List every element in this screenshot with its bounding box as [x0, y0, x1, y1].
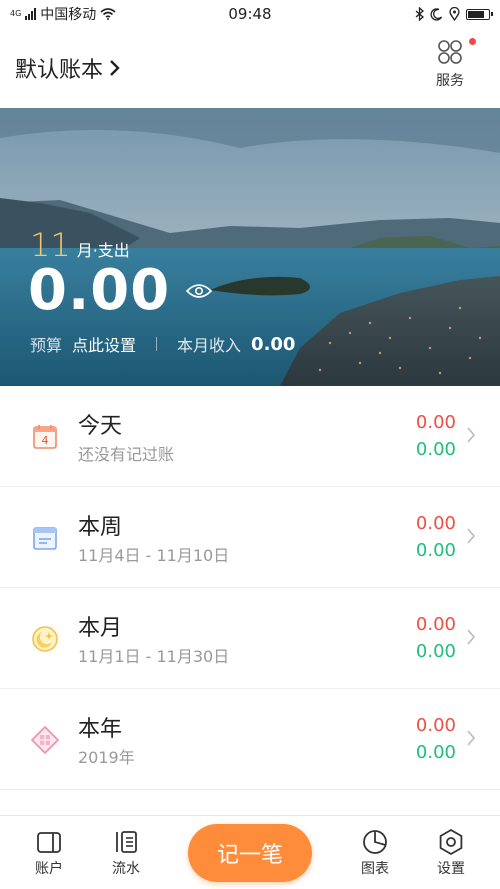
divider: [156, 337, 158, 351]
monthly-expense-amount: 0.00: [28, 258, 171, 323]
period-subtitle: 2019年: [78, 748, 135, 767]
service-button[interactable]: 服务: [418, 38, 482, 98]
signal-icon: [25, 8, 37, 20]
period-title: 本月: [78, 616, 123, 641]
period-income: 0.00: [415, 641, 456, 662]
monthly-summary-banner: 11 月·支出 0.00 预算 点此设置 本月收入 0.00: [0, 108, 500, 386]
period-expense: 0.00: [415, 614, 456, 635]
book-selector[interactable]: 默认账本: [15, 52, 121, 84]
budget-row: 预算 点此设置 本月收入 0.00: [30, 332, 295, 356]
status-right: [370, 7, 493, 21]
period-income: 0.00: [415, 742, 456, 763]
status-bar: 4G 中国移动 09:48: [0, 0, 500, 28]
period-income: 0.00: [415, 540, 456, 561]
record-button[interactable]: 记一笔: [188, 824, 312, 882]
calendar-day-icon: 4: [33, 425, 57, 449]
battery-icon: [466, 8, 493, 20]
chevron-right-icon: [110, 60, 120, 76]
set-budget-link[interactable]: 点此设置: [72, 332, 136, 356]
period-subtitle: 还没有记过账: [78, 445, 175, 464]
period-subtitle: 11月1日 - 11月30日: [78, 647, 230, 666]
nav-accounts-label: 账户: [35, 861, 63, 877]
chevron-right-icon: [467, 730, 476, 746]
notification-dot: [469, 38, 476, 45]
period-income: 0.00: [415, 439, 456, 460]
period-expense: 0.00: [415, 513, 456, 534]
network-type: 4G: [10, 9, 22, 18]
income-label: 本月收入: [177, 336, 242, 355]
list-item-today[interactable]: 4 今天 还没有记过账 0.00 0.00: [0, 386, 500, 487]
bottom-nav: 账户 流水 记一笔 图表 设置: [0, 815, 500, 889]
carrier-name: 中国移动: [40, 7, 97, 23]
nav-settings-label: 设置: [437, 861, 465, 877]
pie-chart-icon: [363, 830, 387, 854]
status-left: 4G 中国移动: [10, 4, 180, 24]
period-title: 本年: [78, 717, 123, 742]
moon-icon: [32, 626, 58, 652]
service-label: 服务: [436, 73, 464, 89]
chevron-right-icon: [467, 629, 476, 645]
nav-charts-label: 图表: [361, 861, 389, 877]
period-expense: 0.00: [415, 715, 456, 736]
period-title: 今天: [78, 414, 123, 439]
eye-icon[interactable]: [186, 282, 213, 300]
wifi-icon: [100, 8, 116, 20]
moon-status-icon: [430, 7, 443, 21]
nav-settings[interactable]: 设置: [421, 828, 481, 878]
nav-flow-label: 流水: [112, 861, 140, 877]
nav-accounts[interactable]: 账户: [19, 828, 79, 878]
period-title: 本周: [78, 515, 123, 540]
expense-amount-row: 0.00: [28, 258, 213, 323]
period-expense: 0.00: [415, 412, 456, 433]
calendar-week-icon: [33, 527, 57, 550]
chevron-right-icon: [467, 427, 476, 443]
calendar-day-number: 4: [42, 434, 49, 447]
monthly-income-value: 0.00: [251, 333, 296, 355]
nav-flow[interactable]: 流水: [96, 828, 156, 878]
period-list: 4 今天 还没有记过账 0.00 0.00 本周 11月4日 - 11月10日 …: [0, 386, 500, 790]
year-icon: [30, 725, 60, 755]
settings-hexagon-icon: [439, 828, 463, 856]
list-item-year[interactable]: 本年 2019年 0.00 0.00: [0, 689, 500, 790]
services-grid-icon: [438, 40, 462, 64]
list-item-week[interactable]: 本周 11月4日 - 11月10日 0.00 0.00: [0, 487, 500, 588]
location-icon: [449, 7, 460, 21]
budget-label: 预算: [30, 336, 63, 355]
bluetooth-icon: [415, 7, 424, 21]
ledger-icon: [116, 831, 137, 853]
list-item-month[interactable]: 本月 11月1日 - 11月30日 0.00 0.00: [0, 588, 500, 689]
wallet-icon: [37, 832, 61, 853]
header: 默认账本 服务: [0, 28, 500, 108]
period-subtitle: 11月4日 - 11月10日: [78, 546, 230, 565]
chevron-right-icon: [467, 528, 476, 544]
nav-charts[interactable]: 图表: [345, 828, 405, 878]
book-title: 默认账本: [15, 58, 104, 83]
